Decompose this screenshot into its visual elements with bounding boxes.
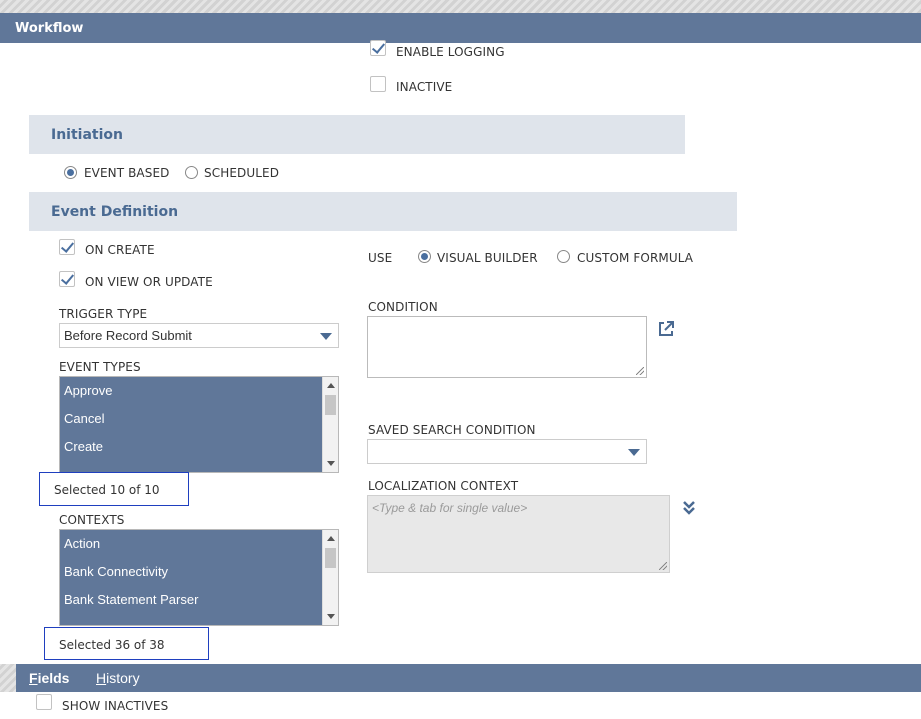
list-item[interactable]: Cancel xyxy=(60,405,338,433)
resize-handle-icon[interactable] xyxy=(636,367,644,375)
on-view-or-update-checkbox[interactable] xyxy=(59,271,75,287)
event-types-label: EVENT TYPES xyxy=(59,360,141,374)
inactive-checkbox[interactable] xyxy=(370,76,386,92)
event-based-radio[interactable] xyxy=(64,166,77,179)
localization-context-textarea[interactable]: <Type & tab for single value> xyxy=(367,495,670,573)
inactive-label: INACTIVE xyxy=(396,80,453,94)
localization-context-placeholder: <Type & tab for single value> xyxy=(372,501,528,515)
external-link-icon[interactable] xyxy=(657,320,675,338)
visual-builder-radio[interactable] xyxy=(418,250,431,263)
scroll-thumb[interactable] xyxy=(325,395,336,415)
show-inactives-label: SHOW INACTIVES xyxy=(62,699,169,713)
event-based-label: EVENT BASED xyxy=(84,166,170,180)
contexts-selected-count: Selected 36 of 38 xyxy=(44,627,209,660)
list-item[interactable]: Approve xyxy=(60,377,338,405)
double-chevron-down-icon[interactable] xyxy=(682,500,696,516)
trigger-type-select[interactable]: Before Record Submit xyxy=(59,323,339,348)
dropdown-arrow-icon xyxy=(320,333,332,340)
scroll-down-arrow-icon[interactable] xyxy=(327,461,335,466)
list-item[interactable]: Create xyxy=(60,433,338,461)
event-definition-section-header: Event Definition xyxy=(29,192,737,231)
on-view-or-update-label: ON VIEW OR UPDATE xyxy=(85,275,213,289)
tab-fields-label: ields xyxy=(37,670,70,686)
enable-logging-label: ENABLE LOGGING xyxy=(396,45,505,59)
contexts-label: CONTEXTS xyxy=(59,513,125,527)
condition-textarea[interactable] xyxy=(367,316,647,378)
trigger-type-value: Before Record Submit xyxy=(64,328,192,343)
event-definition-section-title: Event Definition xyxy=(51,204,179,220)
enable-logging-checkbox[interactable] xyxy=(370,40,386,56)
condition-label: CONDITION xyxy=(368,300,438,314)
tab-history-label: istory xyxy=(106,670,140,686)
window-title: Workflow xyxy=(15,21,84,36)
event-types-selected-text: Selected 10 of 10 xyxy=(54,483,160,497)
initiation-section-title: Initiation xyxy=(51,127,123,143)
show-inactives-checkbox[interactable] xyxy=(36,694,52,710)
on-create-checkbox[interactable] xyxy=(59,239,75,255)
tab-history[interactable]: History xyxy=(96,670,140,686)
contexts-selected-text: Selected 36 of 38 xyxy=(59,638,165,652)
resize-handle-icon[interactable] xyxy=(659,562,667,570)
window-title-bar: Workflow xyxy=(0,13,921,43)
on-create-label: ON CREATE xyxy=(85,243,155,257)
list-item[interactable]: Bank Connectivity xyxy=(60,558,338,586)
scheduled-label: SCHEDULED xyxy=(204,166,280,180)
saved-search-condition-select[interactable] xyxy=(367,439,647,464)
scroll-down-arrow-icon[interactable] xyxy=(327,614,335,619)
dropdown-arrow-icon xyxy=(628,449,640,456)
list-item[interactable]: Action xyxy=(60,530,338,558)
scheduled-radio[interactable] xyxy=(185,166,198,179)
event-types-selected-count: Selected 10 of 10 xyxy=(39,472,189,506)
scroll-up-arrow-icon[interactable] xyxy=(327,383,335,388)
custom-formula-label: CUSTOM FORMULA xyxy=(577,251,694,265)
contexts-listbox[interactable]: Action Bank Connectivity Bank Statement … xyxy=(59,529,339,626)
visual-builder-label: VISUAL BUILDER xyxy=(437,251,538,265)
scroll-up-arrow-icon[interactable] xyxy=(327,536,335,541)
tab-history-mnemonic: H xyxy=(96,670,107,686)
contexts-scrollbar[interactable] xyxy=(322,530,338,625)
tab-fields-mnemonic: F xyxy=(29,670,38,686)
subtabs-bar: Fields History xyxy=(16,664,921,697)
list-item[interactable]: Bank Statement Parser xyxy=(60,586,338,614)
localization-context-label: LOCALIZATION CONTEXT xyxy=(368,479,519,493)
saved-search-condition-label: SAVED SEARCH CONDITION xyxy=(368,423,536,437)
custom-formula-radio[interactable] xyxy=(557,250,570,263)
initiation-section-header: Initiation xyxy=(29,115,685,154)
event-types-listbox[interactable]: Approve Cancel Create xyxy=(59,376,339,473)
scroll-thumb[interactable] xyxy=(325,548,336,568)
use-label: USE xyxy=(368,251,393,265)
tab-fields[interactable]: Fields xyxy=(29,670,70,697)
event-types-scrollbar[interactable] xyxy=(322,377,338,472)
trigger-type-label: TRIGGER TYPE xyxy=(59,307,148,321)
